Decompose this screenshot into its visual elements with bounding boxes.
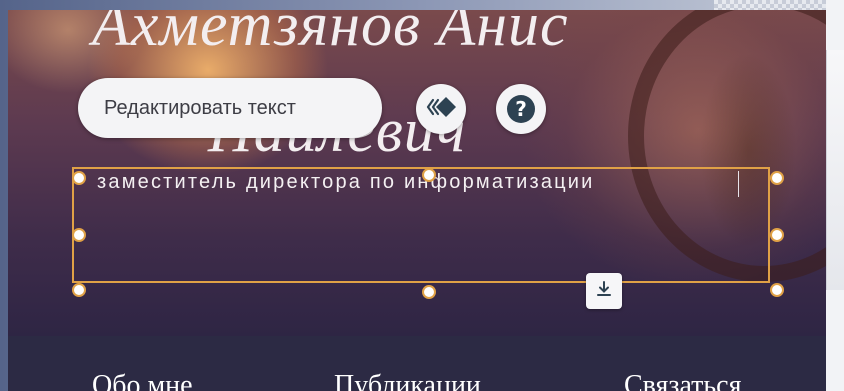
nav-item-publications[interactable]: Публикации (334, 370, 481, 391)
resize-handle-top-right[interactable] (770, 171, 784, 185)
site-navbar: Обо мне Публикации Связаться (8, 336, 826, 391)
resize-handle-bottom-left[interactable] (72, 283, 86, 297)
resize-handle-middle-left[interactable] (72, 228, 86, 242)
help-icon: ? (507, 95, 535, 123)
resize-handle-top-center[interactable] (422, 168, 436, 182)
hero-name-line1[interactable]: Ахметзянов Анис (92, 10, 826, 61)
resize-handle-top-left[interactable] (72, 171, 86, 185)
animation-button[interactable] (416, 84, 466, 134)
resize-handle-bottom-center[interactable] (422, 285, 436, 299)
download-icon (595, 280, 613, 303)
help-button[interactable]: ? (496, 84, 546, 134)
resize-handle-middle-right[interactable] (770, 228, 784, 242)
resize-handle-bottom-right[interactable] (770, 283, 784, 297)
nav-item-about[interactable]: Обо мне (92, 370, 193, 391)
animation-icon (424, 96, 458, 123)
download-button[interactable] (586, 273, 622, 309)
right-panel-edge (826, 0, 844, 391)
nav-item-contact[interactable]: Связаться (624, 370, 741, 391)
selection-box[interactable] (72, 167, 770, 283)
edit-text-label: Редактировать текст (104, 96, 296, 119)
edit-text-button[interactable]: Редактировать текст (78, 78, 382, 138)
